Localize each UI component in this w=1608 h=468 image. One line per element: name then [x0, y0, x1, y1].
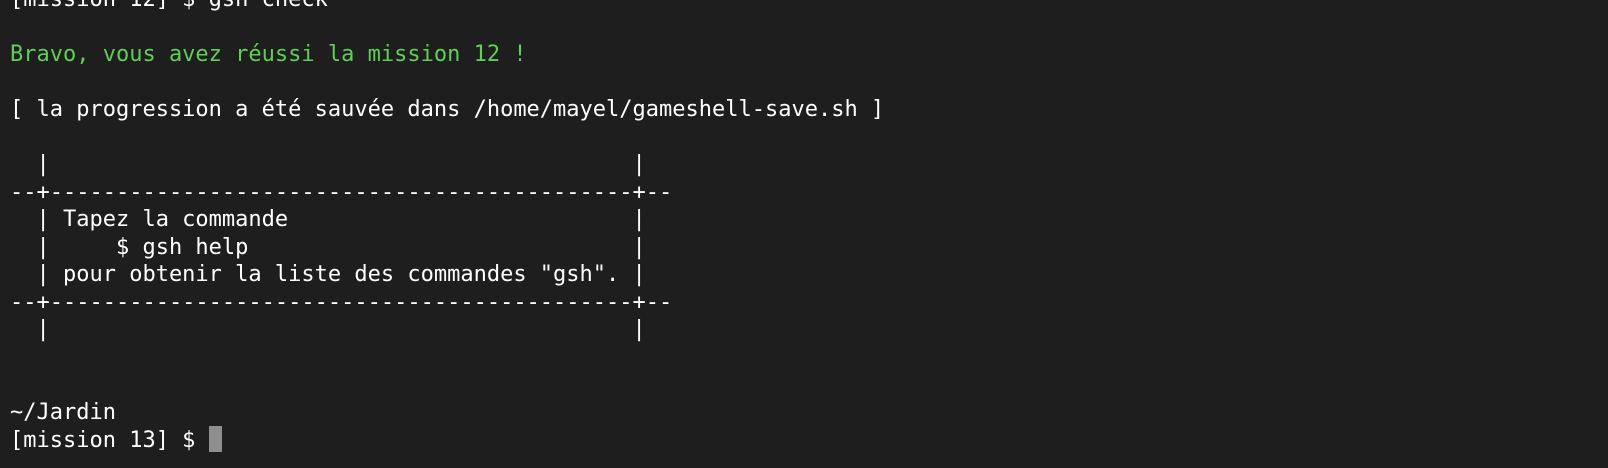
text-cursor[interactable]: [208, 426, 222, 452]
help-box-top-edge: | |: [10, 152, 646, 177]
help-box-line-3: | pour obtenir la liste des commandes "g…: [10, 262, 646, 287]
save-notice: [ la progression a été sauvée dans /home…: [10, 97, 885, 122]
current-directory: ~/Jardin: [10, 399, 116, 425]
terminal-window[interactable]: [mission 12] $ gsh check Bravo, vous ave…: [0, 0, 1608, 468]
success-message: Bravo, vous avez réussi la mission 12 !: [10, 42, 527, 67]
terminal-output: [mission 12] $ gsh check Bravo, vous ave…: [10, 0, 884, 454]
help-box-bottom-edge: | |: [10, 317, 646, 342]
prompt-line[interactable]: [mission 13] $: [10, 426, 884, 454]
help-box-line-2: | $ gsh help |: [10, 234, 646, 260]
previous-command-line: [mission 12] $ gsh check: [10, 0, 884, 14]
help-box-bottom-border: --+-------------------------------------…: [10, 289, 673, 315]
prompt-text: [mission 13] $: [10, 428, 209, 453]
help-box-top-border: --+-------------------------------------…: [10, 179, 673, 205]
help-box-line-1: | Tapez la commande |: [10, 207, 646, 232]
